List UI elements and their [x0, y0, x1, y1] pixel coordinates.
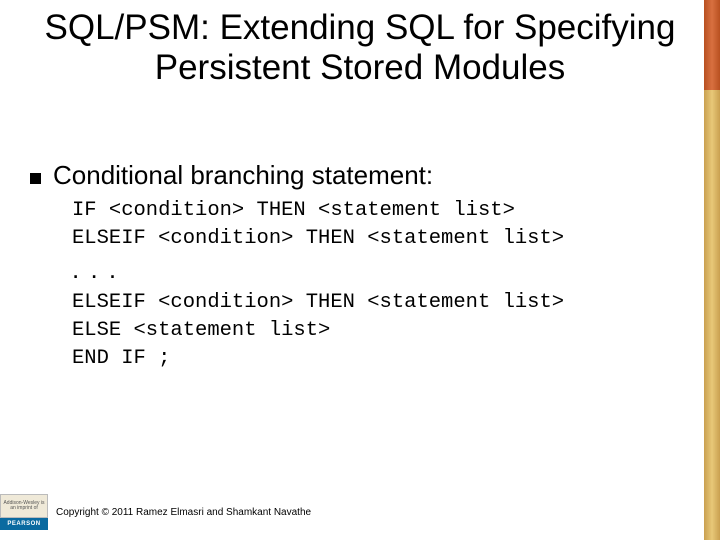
footer: Addison-Wesley is an imprint of PEARSON … — [0, 494, 311, 530]
ellipsis: . . . — [72, 254, 690, 285]
bullet-item: Conditional branching statement: — [30, 160, 690, 191]
code-block-2: ELSEIF <condition> THEN <statement list>… — [72, 289, 690, 372]
logo-imprint-text: Addison-Wesley is an imprint of — [0, 494, 48, 518]
slide-body: Conditional branching statement: IF <con… — [30, 160, 690, 372]
accent-stripe-bottom — [704, 90, 720, 540]
logo-brand-text: PEARSON — [0, 518, 48, 530]
slide-title: SQL/PSM: Extending SQL for Specifying Pe… — [40, 8, 680, 89]
slide: SQL/PSM: Extending SQL for Specifying Pe… — [0, 0, 720, 540]
code-block-1: IF <condition> THEN <statement list> ELS… — [72, 197, 690, 252]
copyright-text: Copyright © 2011 Ramez Elmasri and Shamk… — [56, 507, 311, 518]
bullet-text: Conditional branching statement: — [53, 160, 433, 191]
square-bullet-icon — [30, 173, 41, 184]
accent-stripe — [704, 0, 720, 540]
publisher-logo: Addison-Wesley is an imprint of PEARSON — [0, 494, 48, 530]
accent-stripe-top — [704, 0, 720, 90]
